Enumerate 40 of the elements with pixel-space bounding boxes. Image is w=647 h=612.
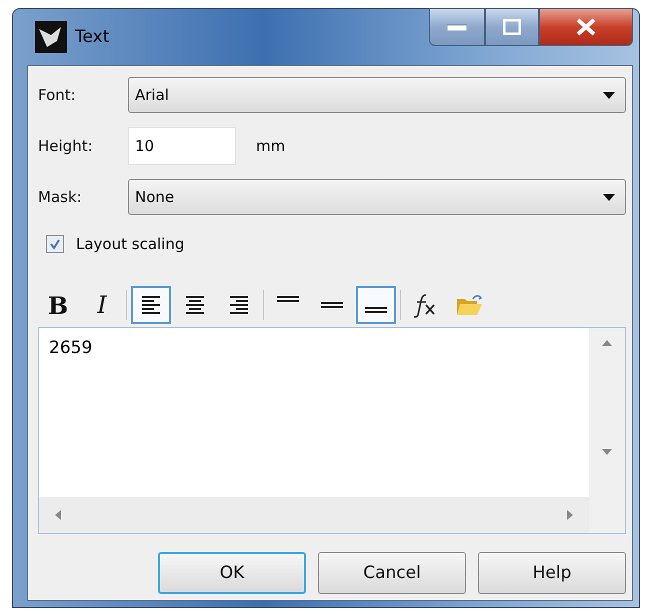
dialog-button[interactable]: Cancel bbox=[318, 552, 466, 594]
valign-middle-icon bbox=[321, 302, 343, 308]
align-center-icon bbox=[185, 295, 205, 315]
checkbox[interactable] bbox=[46, 235, 64, 253]
close-button[interactable] bbox=[539, 8, 633, 46]
field-label: Mask: bbox=[38, 188, 83, 206]
valign-bottom-button[interactable] bbox=[356, 286, 396, 324]
scroll-down-icon[interactable] bbox=[602, 449, 612, 457]
window-title: Text bbox=[75, 27, 110, 47]
bold-button[interactable]: B bbox=[38, 286, 78, 324]
minimize-icon bbox=[447, 23, 467, 31]
dialog-button[interactable]: Help bbox=[478, 552, 626, 594]
scroll-up-icon[interactable] bbox=[602, 338, 612, 346]
check-icon bbox=[49, 238, 61, 250]
maximize-button[interactable] bbox=[485, 8, 539, 46]
valign-top-icon bbox=[277, 296, 299, 302]
app-icon bbox=[35, 21, 67, 53]
align-right-icon bbox=[229, 295, 249, 315]
dropdown[interactable]: None bbox=[128, 179, 626, 215]
text-area[interactable]: 2659 bbox=[38, 327, 626, 534]
dropdown-arrow-icon bbox=[603, 194, 615, 200]
scroll-right-icon[interactable] bbox=[567, 510, 575, 520]
minimize-button[interactable] bbox=[429, 8, 485, 46]
valign-bottom-icon bbox=[365, 307, 387, 313]
close-icon bbox=[575, 18, 597, 36]
maximize-icon bbox=[503, 19, 521, 35]
input-field[interactable]: 10 bbox=[128, 127, 236, 165]
italic-button[interactable]: I bbox=[82, 286, 122, 324]
horizontal-scrollbar[interactable] bbox=[39, 497, 589, 533]
folder-icon bbox=[455, 293, 483, 317]
field-label: Font: bbox=[38, 86, 77, 104]
scroll-left-icon[interactable] bbox=[53, 510, 61, 520]
checkbox-label: Layout scaling bbox=[76, 235, 184, 253]
dropdown[interactable]: Arial bbox=[128, 77, 626, 113]
align-left-icon bbox=[141, 295, 161, 315]
dropdown-arrow-icon bbox=[603, 92, 615, 98]
dialog-button[interactable]: OK bbox=[158, 552, 306, 594]
field-label: Height: bbox=[38, 137, 94, 155]
unit-label: mm bbox=[256, 137, 286, 155]
align-left-button[interactable] bbox=[131, 286, 171, 324]
